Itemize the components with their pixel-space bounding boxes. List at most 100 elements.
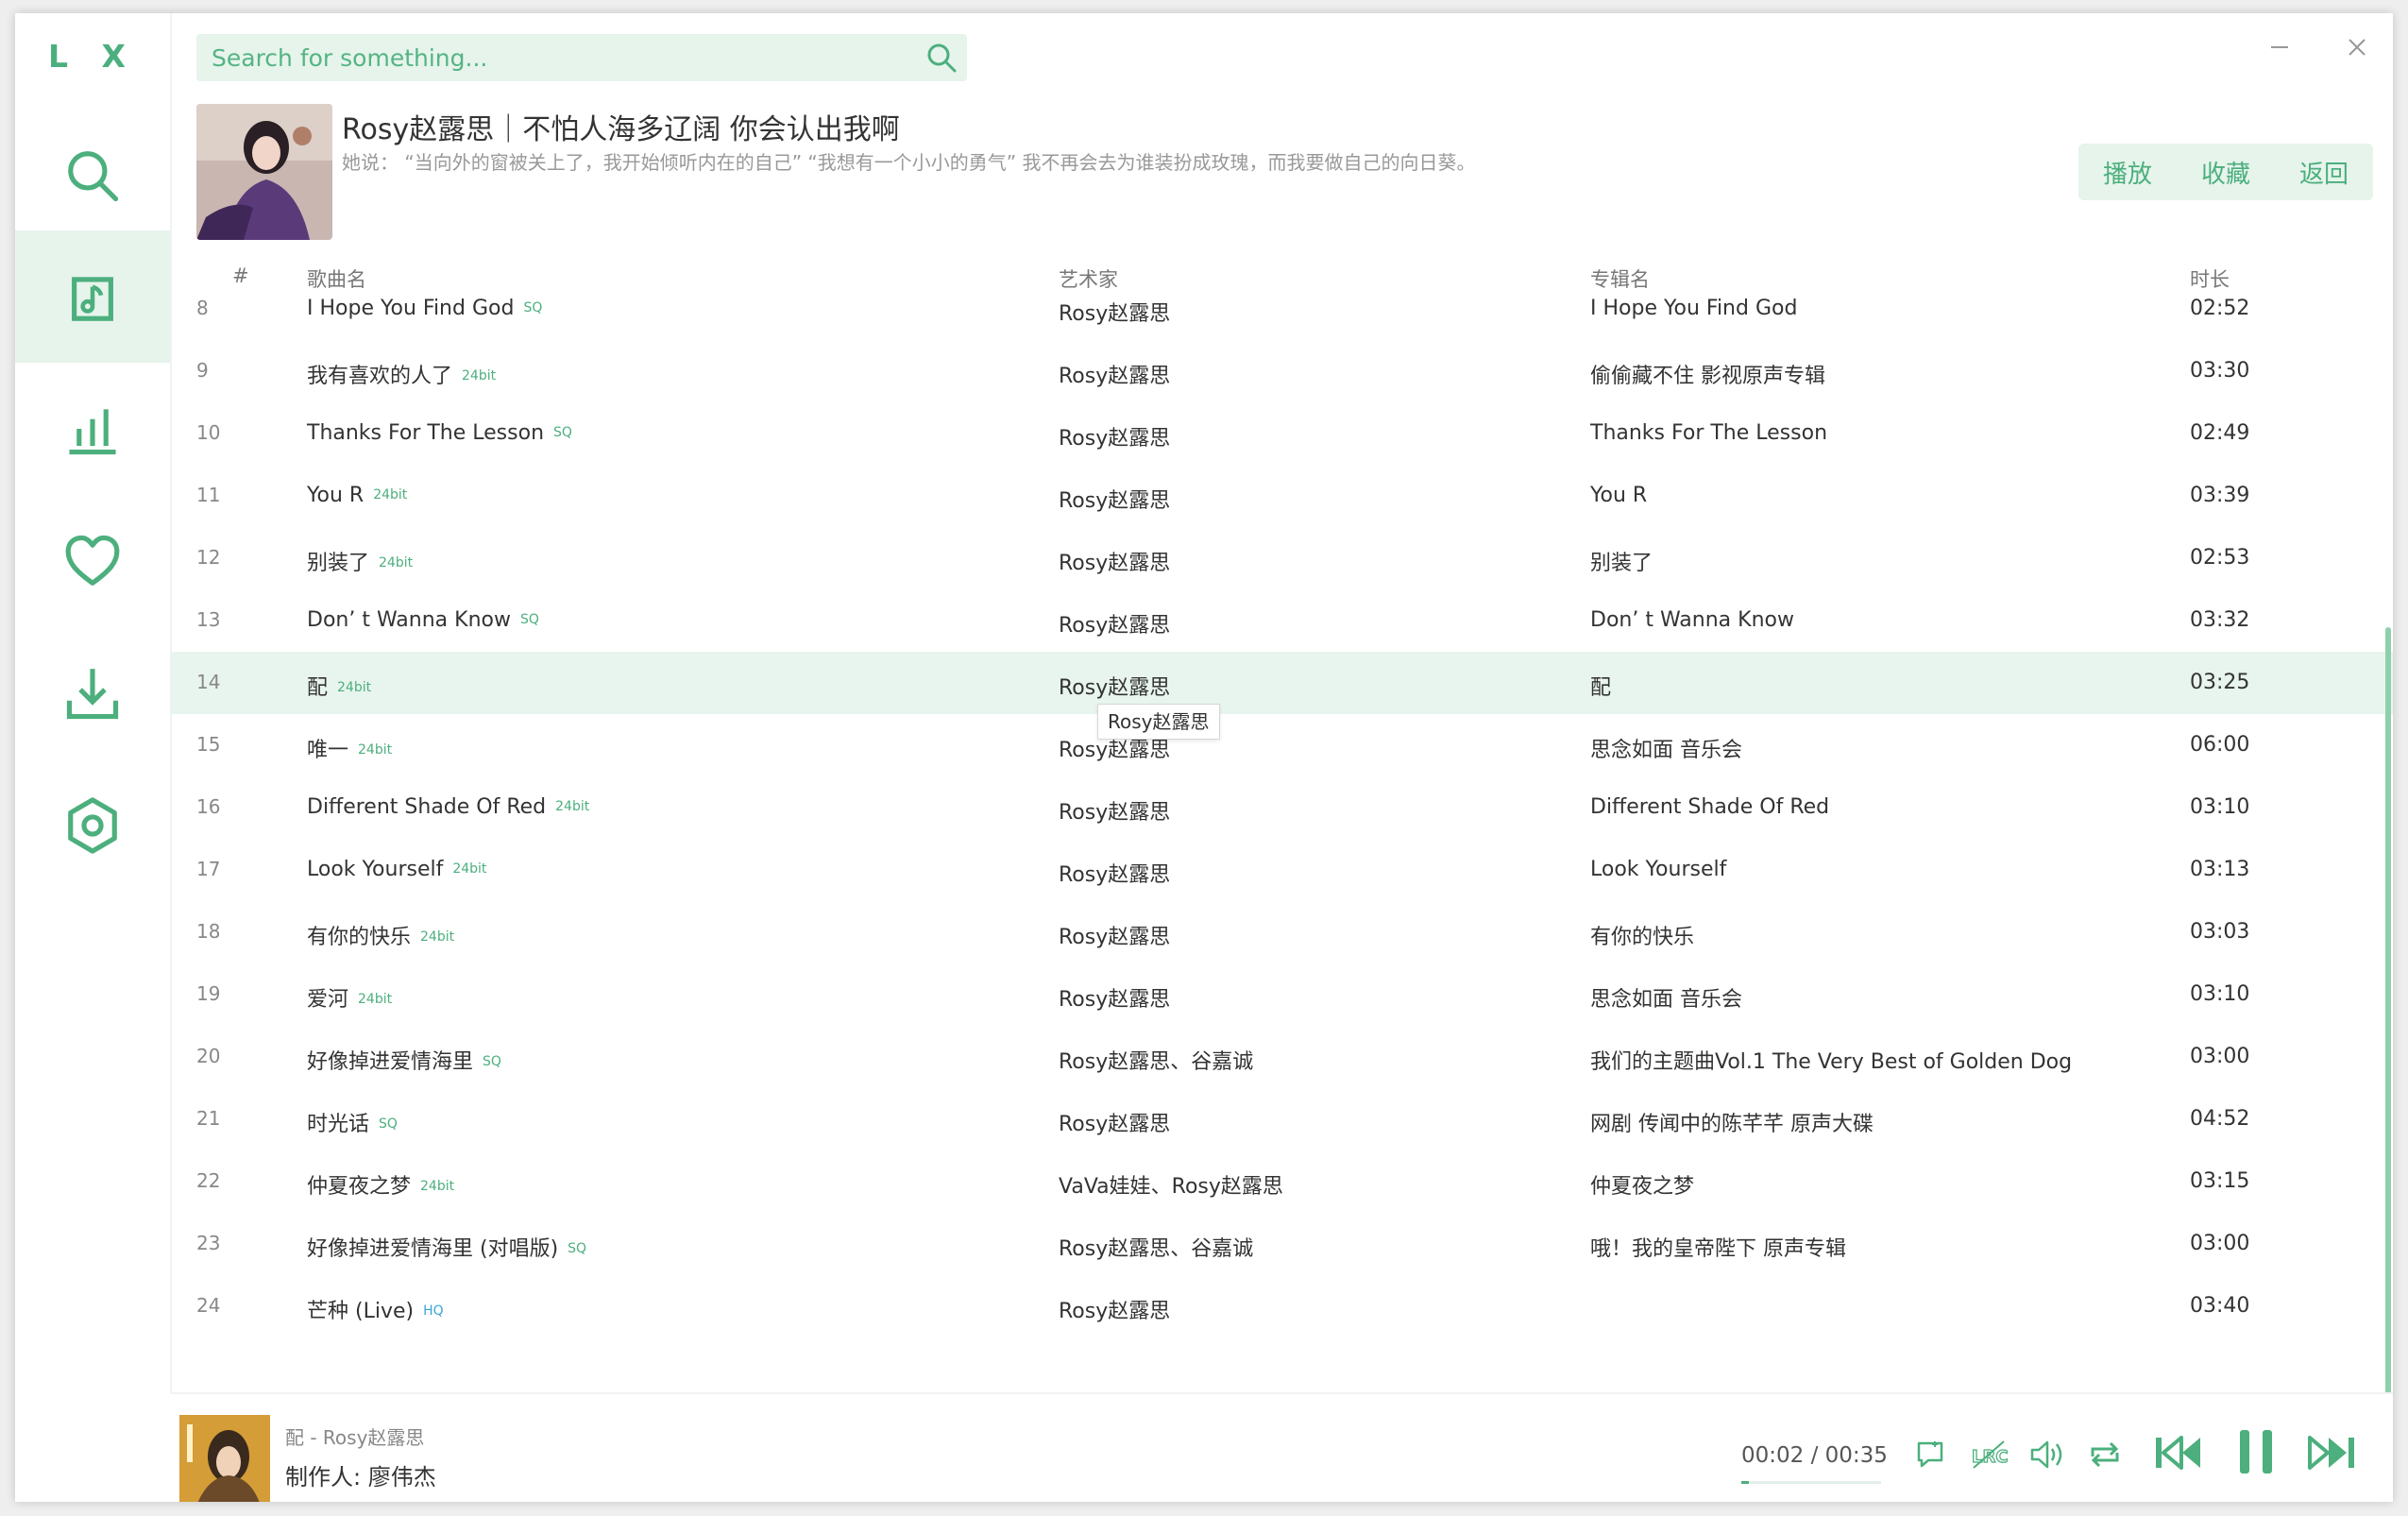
song-album[interactable]: Different Shade Of Red: [1590, 795, 1829, 819]
table-row[interactable]: 21 时光话 SQ Rosy赵露思 网剧 传闻中的陈芊芊 原声大碟 04:52: [170, 1088, 2393, 1150]
song-album[interactable]: 思念如面 音乐会: [1590, 733, 1742, 763]
song-album[interactable]: Look Yourself: [1590, 858, 1726, 881]
quality-badge: SQ: [483, 1054, 501, 1069]
song-name[interactable]: 爱河: [307, 988, 348, 1012]
close-button[interactable]: [2334, 25, 2380, 70]
sidebar-item-settings[interactable]: [15, 759, 170, 892]
song-artist[interactable]: Rosy赵露思: [1059, 795, 1170, 826]
song-album[interactable]: 仲夏夜之梦: [1590, 1169, 1694, 1200]
song-artist[interactable]: Rosy赵露思: [1059, 546, 1170, 576]
song-artist[interactable]: Rosy赵露思、谷嘉诚: [1059, 1045, 1253, 1075]
song-album[interactable]: 别装了: [1590, 546, 1653, 576]
table-row[interactable]: 10 Thanks For The Lesson SQ Rosy赵露思 Thank…: [170, 402, 2393, 465]
song-name[interactable]: Look Yourself: [307, 858, 443, 881]
song-album[interactable]: 思念如面 音乐会: [1590, 982, 1742, 1013]
song-artist[interactable]: Rosy赵露思: [1059, 1294, 1170, 1324]
song-number: 13: [196, 608, 221, 631]
table-row[interactable]: 13 Don’ t Wanna Know SQ Rosy赵露思 Don’ t Wa…: [170, 589, 2393, 652]
song-name-cell: I Hope You Find God SQ: [307, 297, 542, 320]
lyric-toggle-button[interactable]: LRC: [1970, 1438, 2008, 1472]
now-playing-title[interactable]: 配 - Rosy赵露思: [285, 1422, 424, 1450]
sidebar-item-search[interactable]: [15, 110, 170, 242]
song-name[interactable]: Different Shade Of Red: [307, 795, 546, 819]
song-album[interactable]: 网剧 传闻中的陈芊芊 原声大碟: [1590, 1107, 1874, 1137]
quality-badge: SQ: [553, 425, 572, 440]
song-name[interactable]: 有你的快乐: [307, 926, 411, 949]
song-name[interactable]: 别装了: [307, 552, 369, 575]
minimize-button[interactable]: [2257, 25, 2302, 70]
song-name[interactable]: 唯一: [307, 739, 348, 762]
song-name[interactable]: 我有喜欢的人了: [307, 365, 452, 388]
repeat-button[interactable]: [2087, 1438, 2123, 1472]
song-artist[interactable]: VaVa娃娃、Rosy赵露思: [1059, 1169, 1283, 1200]
song-artist[interactable]: Rosy赵露思: [1059, 608, 1170, 639]
table-row[interactable]: 18 有你的快乐 24bit Rosy赵露思 有你的快乐 03:03: [170, 901, 2393, 963]
song-album[interactable]: Thanks For The Lesson: [1590, 421, 1827, 445]
comment-button[interactable]: [1913, 1438, 1947, 1472]
song-duration: 03:10: [2190, 982, 2250, 1006]
playback-time: 00:02 / 00:35: [1741, 1443, 1888, 1468]
search-icon[interactable]: [925, 42, 958, 74]
table-row[interactable]: 17 Look Yourself 24bit Rosy赵露思 Look Yours…: [170, 839, 2393, 901]
next-button[interactable]: [2306, 1432, 2357, 1473]
song-name[interactable]: 芒种 (Live): [307, 1300, 414, 1323]
song-album[interactable]: 我们的主题曲Vol.1 The Very Best of Golden Dog: [1590, 1045, 2072, 1075]
song-artist[interactable]: Rosy赵露思: [1059, 858, 1170, 888]
table-row-highlighted[interactable]: 14 配 24bit Rosy赵露思 配 03:25: [170, 652, 2393, 714]
play-pause-button[interactable]: [2232, 1428, 2280, 1475]
song-album[interactable]: 偷偷藏不住 影视原声专辑: [1590, 359, 1825, 389]
sidebar-item-favorites[interactable]: [15, 495, 170, 627]
song-artist[interactable]: Rosy赵露思: [1059, 1107, 1170, 1137]
song-album[interactable]: Don’ t Wanna Know: [1590, 608, 1794, 632]
sidebar-item-leaderboard[interactable]: [15, 363, 170, 495]
sidebar-item-download[interactable]: [15, 627, 170, 759]
song-name[interactable]: 仲夏夜之梦: [307, 1175, 411, 1199]
now-playing-cover[interactable]: [179, 1415, 270, 1502]
song-album[interactable]: I Hope You Find God: [1590, 297, 1797, 320]
song-duration: 02:53: [2190, 546, 2250, 570]
song-artist[interactable]: Rosy赵露思: [1059, 982, 1170, 1013]
song-name[interactable]: 好像掉进爱情海里 (对唱版): [307, 1237, 558, 1261]
search-input[interactable]: [196, 34, 910, 81]
table-row[interactable]: 16 Different Shade Of Red 24bit Rosy赵露思 D…: [170, 776, 2393, 839]
song-artist[interactable]: Rosy赵露思、谷嘉诚: [1059, 1232, 1253, 1262]
song-name[interactable]: 时光话: [307, 1113, 369, 1136]
song-name[interactable]: You R: [307, 484, 364, 507]
song-name[interactable]: I Hope You Find God: [307, 297, 514, 320]
song-name[interactable]: Thanks For The Lesson: [307, 421, 544, 445]
table-row[interactable]: 24 芒种 (Live) HQ Rosy赵露思 03:40: [170, 1275, 2393, 1337]
previous-button[interactable]: [2153, 1432, 2204, 1473]
song-album[interactable]: 有你的快乐: [1590, 920, 1694, 950]
sidebar-item-song-list[interactable]: [15, 230, 170, 363]
volume-button[interactable]: [2028, 1438, 2066, 1472]
progress-bar[interactable]: [1741, 1481, 1881, 1484]
song-album[interactable]: You R: [1590, 484, 1647, 507]
table-row[interactable]: 20 好像掉进爱情海里 SQ Rosy赵露思、谷嘉诚 我们的主题曲Vol.1 Th…: [170, 1026, 2393, 1088]
song-artist[interactable]: Rosy赵露思: [1059, 297, 1170, 327]
song-album[interactable]: 哦！我的皇帝陛下 原声专辑: [1590, 1232, 1846, 1262]
table-row[interactable]: 9 我有喜欢的人了 24bit Rosy赵露思 偷偷藏不住 影视原声专辑 03:3…: [170, 340, 2393, 402]
lrc-icon: LRC: [1971, 1440, 2008, 1469]
table-row[interactable]: 23 好像掉进爱情海里 (对唱版) SQ Rosy赵露思、谷嘉诚 哦！我的皇帝陛下…: [170, 1213, 2393, 1275]
song-album[interactable]: 配: [1590, 671, 1611, 701]
table-row[interactable]: 12 别装了 24bit Rosy赵露思 别装了 02:53: [170, 527, 2393, 589]
back-button[interactable]: 返回: [2275, 144, 2373, 200]
song-artist[interactable]: Rosy赵露思: [1059, 671, 1170, 701]
table-row[interactable]: 11 You R 24bit Rosy赵露思 You R 03:39: [170, 465, 2393, 527]
song-artist[interactable]: Rosy赵露思: [1059, 484, 1170, 514]
song-artist[interactable]: Rosy赵露思: [1059, 359, 1170, 389]
play-all-button[interactable]: 播放: [2078, 144, 2177, 200]
table-row[interactable]: 19 爱河 24bit Rosy赵露思 思念如面 音乐会 03:10: [170, 963, 2393, 1026]
collect-button[interactable]: 收藏: [2177, 144, 2275, 200]
table-row[interactable]: 15 唯一 24bit Rosy赵露思 思念如面 音乐会 06:00: [170, 714, 2393, 776]
song-artist[interactable]: Rosy赵露思: [1059, 421, 1170, 451]
song-name[interactable]: 好像掉进爱情海里: [307, 1050, 473, 1074]
table-row[interactable]: 8 I Hope You Find God SQ Rosy赵露思 I Hope Y…: [170, 297, 2393, 340]
song-name[interactable]: 配: [307, 676, 328, 700]
song-artist[interactable]: Rosy赵露思: [1059, 920, 1170, 950]
quality-badge: 24bit: [337, 680, 372, 695]
song-name[interactable]: Don’ t Wanna Know: [307, 608, 511, 632]
scrollbar[interactable]: [2385, 627, 2391, 1406]
song-duration: 03:13: [2190, 858, 2250, 881]
table-row[interactable]: 22 仲夏夜之梦 24bit VaVa娃娃、Rosy赵露思 仲夏夜之梦 03:15: [170, 1150, 2393, 1213]
